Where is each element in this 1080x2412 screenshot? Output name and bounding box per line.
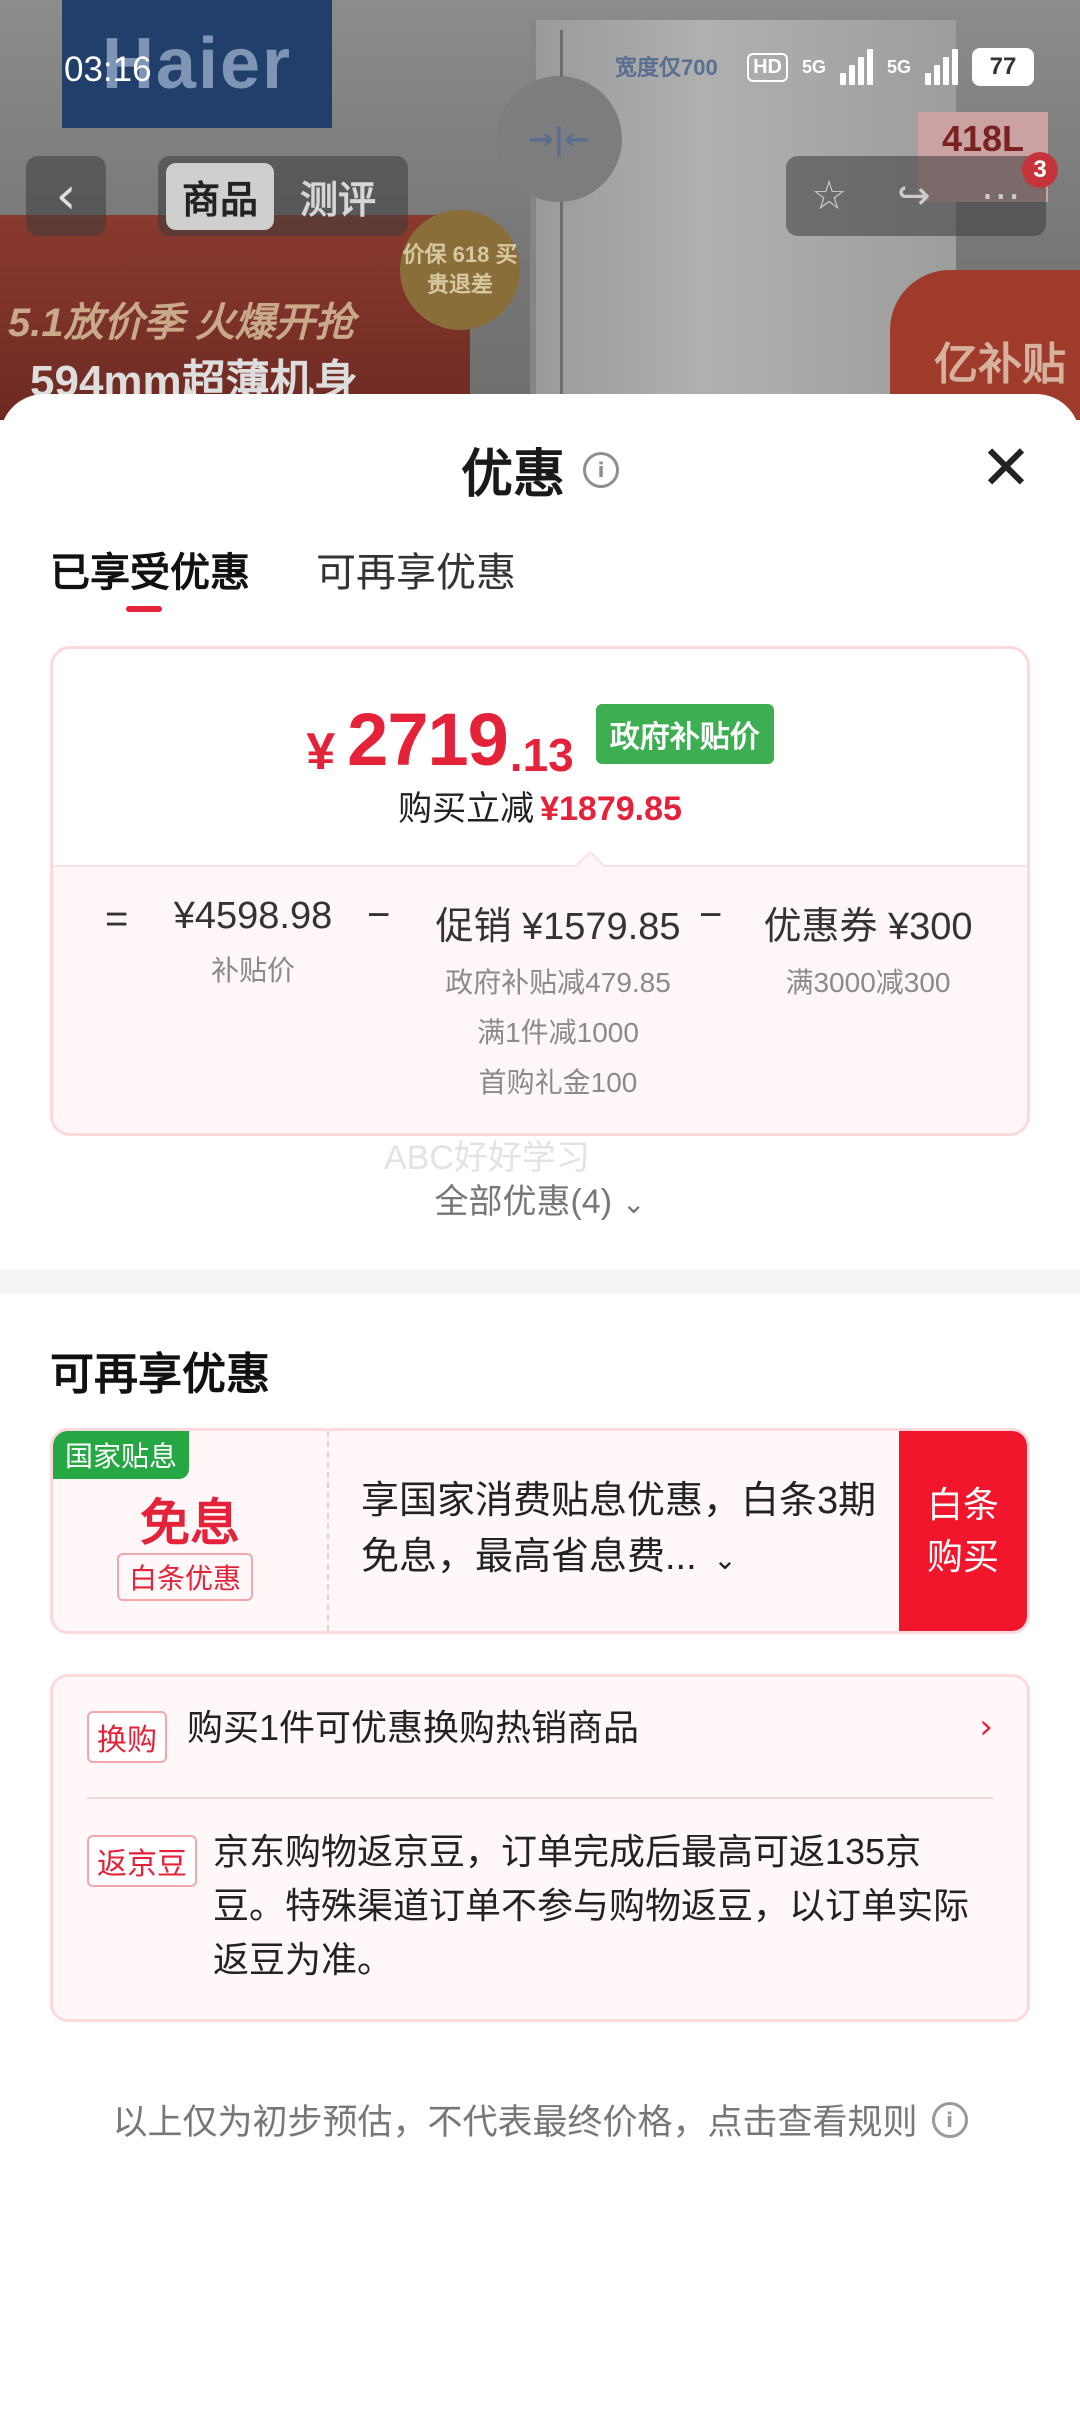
product-actions: ☆ ↪ ⋯ (786, 156, 1046, 236)
reduce-label: 购买立减 (398, 790, 535, 828)
instant-reduction: 购买立减 ¥1879.85 (53, 781, 1027, 830)
price-integer: 2719 (347, 698, 509, 781)
baitiao-buy-button[interactable]: 白条购买 (899, 1431, 1027, 1631)
chevron-down-icon: ⌄ (622, 1187, 646, 1220)
signal-icon (839, 49, 873, 85)
seamless-icon: →|← (496, 76, 622, 202)
product-nav-tabs: 商品 测评 (158, 156, 408, 236)
more-discounts-title: 可再享优惠 (50, 1350, 270, 1399)
baitiao-buy-label: 白条购买 (926, 1484, 999, 1577)
baitiao-discount-tag: 白条优惠 (117, 1553, 254, 1601)
currency-symbol: ¥ (306, 723, 336, 781)
chevron-left-icon: ‹ (55, 166, 77, 226)
promo-amount: 促销 ¥1579.85 (435, 906, 681, 948)
section-divider (0, 1270, 1080, 1294)
info-icon: i (931, 2101, 968, 2138)
disclaimer-text: 以上仅为初步预估，不代表最终价格，点击查看规则 (112, 2103, 918, 2142)
price-decimal: .13 (509, 729, 574, 781)
all-discounts-toggle[interactable]: 全部优惠(4) ⌄ (0, 1174, 1080, 1223)
jd-bean-tag: 返京豆 (87, 1835, 197, 1887)
reduce-value: ¥1879.85 (540, 790, 682, 828)
equals-sign: = (105, 897, 129, 941)
minus-sign-1: − (367, 893, 391, 937)
more-icon[interactable]: ⋯ (981, 173, 1021, 219)
promo-detail-3: 首购礼金100 (478, 1067, 638, 1098)
chevron-down-icon: ⌄ (713, 1543, 737, 1576)
trade-up-text[interactable]: 购买1件可优惠换购热销商品 (187, 1701, 639, 1755)
perks-card: 换购 购买1件可优惠换购热销商品 › 返京豆 京东购物返京豆，订单完成后最高可返… (50, 1674, 1030, 2022)
sheet-title: 优惠 (460, 446, 565, 504)
close-icon: ✕ (980, 431, 1032, 504)
final-price-line: ¥ 2719 .13 政府补贴价 (53, 697, 1027, 782)
tab-enjoyed-discounts[interactable]: 已享受优惠 (50, 540, 250, 598)
promo-line-1: 5.1放价季 火爆开抢 (8, 301, 355, 345)
price-disclaimer[interactable]: 以上仅为初步预估，不代表最终价格，点击查看规则 i (0, 2094, 1080, 2145)
hd-icon: HD (747, 52, 788, 82)
price-protect-badge: 价保 618 买贵退差 (400, 210, 520, 330)
network-5g-label: 5G (801, 56, 826, 77)
promo-detail-1: 政府补贴减479.85 (445, 967, 671, 998)
tab-product[interactable]: 商品 (166, 162, 275, 230)
info-icon[interactable]: i (583, 451, 619, 488)
perk-separator (87, 1797, 993, 1799)
sheet-header: 优惠 i (0, 432, 1080, 507)
coupon-amount: 优惠券 ¥300 (763, 906, 973, 948)
network-5g-label-2: 5G (886, 56, 911, 77)
interest-free-desc-text: 享国家消费贴息优惠，白条3期免息，最高省息费... (361, 1480, 877, 1578)
promo-detail-2: 满1件减1000 (477, 1017, 639, 1048)
interest-free-card: 国家贴息 免息 白条优惠 享国家消费贴息优惠，白条3期免息，最高省息费... ⌄… (50, 1428, 1030, 1634)
interest-free-label: 免息 (140, 1495, 240, 1551)
interest-free-description[interactable]: 享国家消费贴息优惠，白条3期免息，最高省息费... ⌄ (361, 1473, 881, 1585)
tab-review[interactable]: 测评 (284, 163, 392, 230)
gov-subsidy-tag: 政府补贴价 (595, 704, 774, 764)
trade-up-tag: 换购 (87, 1711, 167, 1763)
chevron-right-icon[interactable]: › (979, 1707, 993, 1747)
formula-coupon: 优惠券 ¥300 满3000减300 (743, 895, 993, 1008)
tab-more-discounts[interactable]: 可再享优惠 (316, 540, 516, 598)
width-tag: 宽度仅700 (615, 55, 718, 80)
price-formula: = ¥4598.98 补贴价 − 促销 ¥1579.85 政府补贴减479.85… (53, 865, 1027, 1133)
active-tab-indicator (126, 606, 162, 612)
jd-bean-text: 京东购物返京豆，订单完成后最高可返135京豆。特殊渠道订单不参与购物返豆，以订单… (213, 1831, 970, 1980)
status-time: 03:16 (64, 50, 152, 89)
minus-sign-2: − (699, 893, 723, 937)
status-icons: HD 5G 5G 77 (747, 48, 1034, 86)
back-button[interactable]: ‹ (26, 156, 106, 236)
formula-base: ¥4598.98 补贴价 (153, 895, 353, 996)
final-price-section: ¥ 2719 .13 政府补贴价 购买立减 ¥1879.85 (53, 649, 1027, 865)
battery-icon: 77 (972, 48, 1034, 86)
formula-promo: 促销 ¥1579.85 政府补贴减479.85 满1件减1000 首购礼金100 (413, 895, 703, 1108)
price-breakdown-card: ¥ 2719 .13 政府补贴价 购买立减 ¥1879.85 = ¥4598.98… (50, 646, 1030, 1136)
all-discounts-label: 全部优惠(4) (434, 1183, 613, 1221)
share-icon[interactable]: ↪ (897, 173, 931, 219)
cart-count-badge: 3 (1022, 152, 1058, 188)
signal-icon-2 (925, 49, 958, 85)
watermark: ABC好好学习 (384, 1139, 590, 1177)
close-button[interactable]: ✕ (978, 431, 1034, 504)
national-subsidy-badge: 国家贴息 (53, 1431, 190, 1479)
star-icon[interactable]: ☆ (811, 173, 847, 219)
base-label: 补贴价 (210, 955, 295, 986)
base-amount: ¥4598.98 (173, 895, 333, 937)
coupon-detail: 满3000减300 (785, 967, 951, 998)
